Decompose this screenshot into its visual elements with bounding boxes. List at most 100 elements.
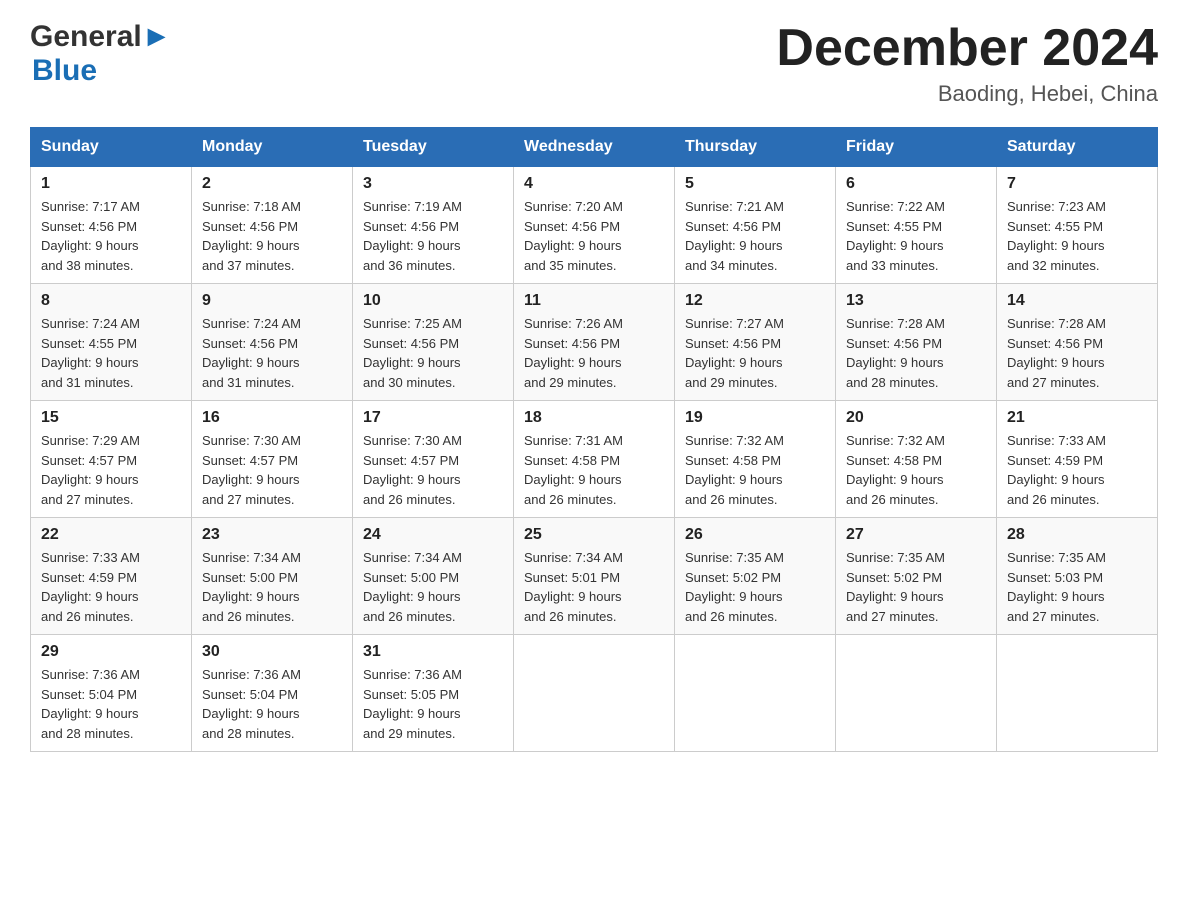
calendar-day-cell: 9 Sunrise: 7:24 AMSunset: 4:56 PMDayligh… <box>192 284 353 401</box>
day-number: 15 <box>41 409 181 427</box>
calendar-week-row: 8 Sunrise: 7:24 AMSunset: 4:55 PMDayligh… <box>31 284 1158 401</box>
day-number: 16 <box>202 409 342 427</box>
day-number: 17 <box>363 409 503 427</box>
day-info: Sunrise: 7:33 AMSunset: 4:59 PMDaylight:… <box>1007 431 1147 509</box>
calendar-day-cell <box>514 635 675 752</box>
day-number: 4 <box>524 175 664 193</box>
day-info: Sunrise: 7:26 AMSunset: 4:56 PMDaylight:… <box>524 314 664 392</box>
logo-chevron-icon: ► <box>142 20 172 54</box>
calendar-day-cell: 12 Sunrise: 7:27 AMSunset: 4:56 PMDaylig… <box>675 284 836 401</box>
day-number: 9 <box>202 292 342 310</box>
calendar-day-cell: 4 Sunrise: 7:20 AMSunset: 4:56 PMDayligh… <box>514 167 675 284</box>
day-info: Sunrise: 7:29 AMSunset: 4:57 PMDaylight:… <box>41 431 181 509</box>
day-info: Sunrise: 7:35 AMSunset: 5:02 PMDaylight:… <box>685 548 825 626</box>
weekday-header-monday: Monday <box>192 128 353 167</box>
day-number: 6 <box>846 175 986 193</box>
day-info: Sunrise: 7:17 AMSunset: 4:56 PMDaylight:… <box>41 197 181 275</box>
day-info: Sunrise: 7:32 AMSunset: 4:58 PMDaylight:… <box>685 431 825 509</box>
calendar-table: SundayMondayTuesdayWednesdayThursdayFrid… <box>30 127 1158 752</box>
logo-general-text: General <box>30 20 142 54</box>
calendar-day-cell: 13 Sunrise: 7:28 AMSunset: 4:56 PMDaylig… <box>836 284 997 401</box>
day-info: Sunrise: 7:23 AMSunset: 4:55 PMDaylight:… <box>1007 197 1147 275</box>
month-title: December 2024 <box>776 20 1158 77</box>
day-number: 10 <box>363 292 503 310</box>
day-info: Sunrise: 7:27 AMSunset: 4:56 PMDaylight:… <box>685 314 825 392</box>
day-number: 7 <box>1007 175 1147 193</box>
location-title: Baoding, Hebei, China <box>776 81 1158 107</box>
day-number: 3 <box>363 175 503 193</box>
logo: General ► Blue <box>30 20 171 88</box>
day-number: 8 <box>41 292 181 310</box>
calendar-day-cell: 23 Sunrise: 7:34 AMSunset: 5:00 PMDaylig… <box>192 518 353 635</box>
calendar-day-cell: 1 Sunrise: 7:17 AMSunset: 4:56 PMDayligh… <box>31 167 192 284</box>
calendar-day-cell: 27 Sunrise: 7:35 AMSunset: 5:02 PMDaylig… <box>836 518 997 635</box>
day-info: Sunrise: 7:18 AMSunset: 4:56 PMDaylight:… <box>202 197 342 275</box>
calendar-day-cell: 7 Sunrise: 7:23 AMSunset: 4:55 PMDayligh… <box>997 167 1158 284</box>
calendar-day-cell: 15 Sunrise: 7:29 AMSunset: 4:57 PMDaylig… <box>31 401 192 518</box>
day-info: Sunrise: 7:35 AMSunset: 5:03 PMDaylight:… <box>1007 548 1147 626</box>
calendar-day-cell: 31 Sunrise: 7:36 AMSunset: 5:05 PMDaylig… <box>353 635 514 752</box>
calendar-week-row: 22 Sunrise: 7:33 AMSunset: 4:59 PMDaylig… <box>31 518 1158 635</box>
weekday-header-friday: Friday <box>836 128 997 167</box>
calendar-day-cell: 30 Sunrise: 7:36 AMSunset: 5:04 PMDaylig… <box>192 635 353 752</box>
day-number: 29 <box>41 643 181 661</box>
calendar-day-cell: 10 Sunrise: 7:25 AMSunset: 4:56 PMDaylig… <box>353 284 514 401</box>
page-header: General ► Blue December 2024 Baoding, He… <box>30 20 1158 107</box>
day-info: Sunrise: 7:34 AMSunset: 5:00 PMDaylight:… <box>363 548 503 626</box>
calendar-week-row: 1 Sunrise: 7:17 AMSunset: 4:56 PMDayligh… <box>31 167 1158 284</box>
calendar-day-cell: 18 Sunrise: 7:31 AMSunset: 4:58 PMDaylig… <box>514 401 675 518</box>
calendar-day-cell: 21 Sunrise: 7:33 AMSunset: 4:59 PMDaylig… <box>997 401 1158 518</box>
day-number: 18 <box>524 409 664 427</box>
day-info: Sunrise: 7:34 AMSunset: 5:00 PMDaylight:… <box>202 548 342 626</box>
day-number: 28 <box>1007 526 1147 544</box>
day-number: 19 <box>685 409 825 427</box>
calendar-day-cell: 16 Sunrise: 7:30 AMSunset: 4:57 PMDaylig… <box>192 401 353 518</box>
calendar-day-cell: 20 Sunrise: 7:32 AMSunset: 4:58 PMDaylig… <box>836 401 997 518</box>
day-info: Sunrise: 7:28 AMSunset: 4:56 PMDaylight:… <box>1007 314 1147 392</box>
weekday-header-saturday: Saturday <box>997 128 1158 167</box>
day-number: 12 <box>685 292 825 310</box>
day-number: 25 <box>524 526 664 544</box>
logo-blue-text: Blue <box>32 54 97 88</box>
calendar-day-cell: 2 Sunrise: 7:18 AMSunset: 4:56 PMDayligh… <box>192 167 353 284</box>
calendar-day-cell: 14 Sunrise: 7:28 AMSunset: 4:56 PMDaylig… <box>997 284 1158 401</box>
day-number: 5 <box>685 175 825 193</box>
day-number: 27 <box>846 526 986 544</box>
calendar-day-cell: 28 Sunrise: 7:35 AMSunset: 5:03 PMDaylig… <box>997 518 1158 635</box>
calendar-day-cell: 24 Sunrise: 7:34 AMSunset: 5:00 PMDaylig… <box>353 518 514 635</box>
day-info: Sunrise: 7:36 AMSunset: 5:04 PMDaylight:… <box>202 665 342 743</box>
calendar-day-cell: 29 Sunrise: 7:36 AMSunset: 5:04 PMDaylig… <box>31 635 192 752</box>
day-number: 1 <box>41 175 181 193</box>
day-number: 21 <box>1007 409 1147 427</box>
day-info: Sunrise: 7:36 AMSunset: 5:04 PMDaylight:… <box>41 665 181 743</box>
calendar-day-cell <box>997 635 1158 752</box>
day-info: Sunrise: 7:20 AMSunset: 4:56 PMDaylight:… <box>524 197 664 275</box>
day-number: 23 <box>202 526 342 544</box>
weekday-header-wednesday: Wednesday <box>514 128 675 167</box>
day-info: Sunrise: 7:24 AMSunset: 4:55 PMDaylight:… <box>41 314 181 392</box>
calendar-day-cell: 22 Sunrise: 7:33 AMSunset: 4:59 PMDaylig… <box>31 518 192 635</box>
day-info: Sunrise: 7:30 AMSunset: 4:57 PMDaylight:… <box>363 431 503 509</box>
day-info: Sunrise: 7:33 AMSunset: 4:59 PMDaylight:… <box>41 548 181 626</box>
calendar-day-cell: 25 Sunrise: 7:34 AMSunset: 5:01 PMDaylig… <box>514 518 675 635</box>
day-info: Sunrise: 7:24 AMSunset: 4:56 PMDaylight:… <box>202 314 342 392</box>
day-info: Sunrise: 7:19 AMSunset: 4:56 PMDaylight:… <box>363 197 503 275</box>
calendar-day-cell: 11 Sunrise: 7:26 AMSunset: 4:56 PMDaylig… <box>514 284 675 401</box>
weekday-header-thursday: Thursday <box>675 128 836 167</box>
day-number: 13 <box>846 292 986 310</box>
calendar-week-row: 29 Sunrise: 7:36 AMSunset: 5:04 PMDaylig… <box>31 635 1158 752</box>
day-info: Sunrise: 7:22 AMSunset: 4:55 PMDaylight:… <box>846 197 986 275</box>
calendar-day-cell: 6 Sunrise: 7:22 AMSunset: 4:55 PMDayligh… <box>836 167 997 284</box>
calendar-day-cell: 17 Sunrise: 7:30 AMSunset: 4:57 PMDaylig… <box>353 401 514 518</box>
day-number: 26 <box>685 526 825 544</box>
weekday-header-tuesday: Tuesday <box>353 128 514 167</box>
day-info: Sunrise: 7:32 AMSunset: 4:58 PMDaylight:… <box>846 431 986 509</box>
day-info: Sunrise: 7:31 AMSunset: 4:58 PMDaylight:… <box>524 431 664 509</box>
day-number: 30 <box>202 643 342 661</box>
day-number: 2 <box>202 175 342 193</box>
calendar-day-cell: 26 Sunrise: 7:35 AMSunset: 5:02 PMDaylig… <box>675 518 836 635</box>
day-info: Sunrise: 7:36 AMSunset: 5:05 PMDaylight:… <box>363 665 503 743</box>
calendar-day-cell: 19 Sunrise: 7:32 AMSunset: 4:58 PMDaylig… <box>675 401 836 518</box>
calendar-day-cell: 3 Sunrise: 7:19 AMSunset: 4:56 PMDayligh… <box>353 167 514 284</box>
day-info: Sunrise: 7:21 AMSunset: 4:56 PMDaylight:… <box>685 197 825 275</box>
